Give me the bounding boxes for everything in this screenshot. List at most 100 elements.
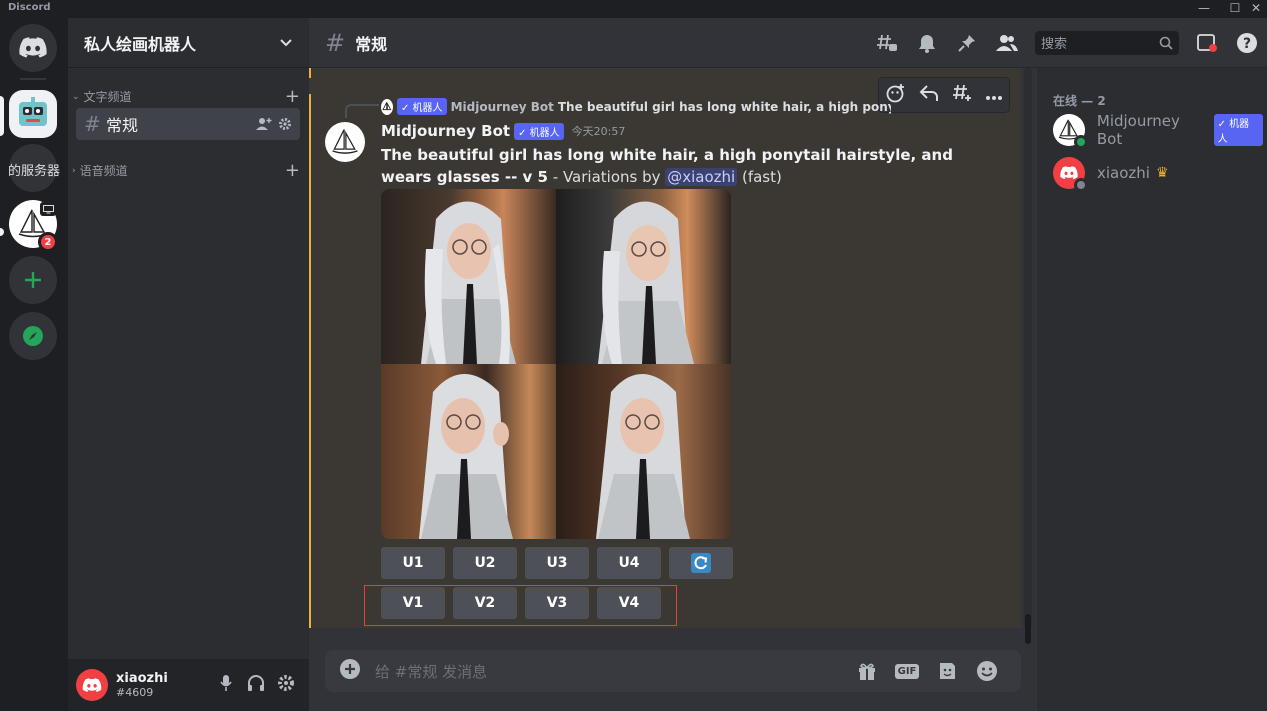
- hash-icon: #: [325, 28, 346, 57]
- server-robot[interactable]: [9, 90, 57, 138]
- member-xiaozhi[interactable]: xiaozhi ♛: [1053, 157, 1169, 192]
- variation-label: - Variations by: [548, 168, 666, 186]
- active-server-indicator: [0, 96, 4, 136]
- server-name-text: 的服务器: [8, 164, 61, 179]
- category-label: 文字频道: [83, 90, 132, 104]
- invite-icon[interactable]: [256, 117, 272, 131]
- bot-badge: ✓ 机器人: [1213, 114, 1263, 146]
- channel-topbar: # 常规 搜索 ?: [309, 18, 1267, 68]
- explore-servers-button[interactable]: [9, 312, 57, 360]
- add-server-button[interactable]: [9, 256, 57, 304]
- upscale-button-row: U1 U2 U3 U4: [381, 547, 733, 579]
- discord-logo-icon: [82, 677, 102, 692]
- user-settings-gear-icon[interactable]: [271, 674, 301, 696]
- grid-image-3[interactable]: [381, 364, 556, 539]
- microphone-icon[interactable]: [211, 674, 241, 696]
- create-voice-channel-icon[interactable]: +: [285, 160, 300, 181]
- crown-icon: ♛: [1155, 165, 1169, 181]
- create-text-channel-icon[interactable]: +: [285, 86, 300, 107]
- guild-name: 私人绘画机器人: [84, 34, 197, 54]
- guild-header[interactable]: 私人绘画机器人: [68, 18, 309, 68]
- scrollbar-thumb[interactable]: [1025, 614, 1031, 644]
- reply-author: Midjourney Bot: [450, 99, 554, 114]
- threads-icon[interactable]: [867, 33, 907, 53]
- portrait-image: [421, 201, 516, 364]
- search-icon: [1159, 36, 1173, 50]
- voice-channels-category[interactable]: › 语音频道 +: [72, 160, 300, 181]
- u2-button[interactable]: U2: [453, 547, 517, 579]
- member-midjourney-bot[interactable]: Midjourney Bot ✓ 机器人: [1053, 112, 1267, 149]
- maximize-button[interactable]: ☐: [1224, 0, 1246, 18]
- scrollbar-track[interactable]: [1024, 68, 1032, 628]
- online-status-dot: [1073, 135, 1088, 149]
- channel-item-general[interactable]: # 常规: [76, 108, 300, 140]
- attach-plus-icon[interactable]: [339, 658, 361, 684]
- reply-connector: [345, 104, 379, 118]
- message-hover-toolbar: [879, 78, 1009, 112]
- image-grid[interactable]: [381, 189, 731, 539]
- message-composer[interactable]: 给 #常规 发消息 GIF: [325, 650, 1021, 692]
- refresh-icon: [691, 553, 711, 573]
- inbox-icon[interactable]: [1187, 33, 1227, 53]
- unread-indicator: [0, 228, 4, 236]
- message-author[interactable]: Midjourney Bot: [381, 122, 510, 140]
- user-mention[interactable]: @xiaozhi: [665, 168, 738, 186]
- app-name: Discord: [8, 2, 51, 13]
- close-button[interactable]: ✕: [1245, 0, 1267, 18]
- robot-server-icon: [19, 97, 47, 126]
- window-titlebar: Discord — ☐ ✕: [0, 0, 1267, 18]
- pin-icon[interactable]: [947, 34, 987, 52]
- plus-icon: [25, 272, 41, 288]
- avatar[interactable]: [76, 669, 108, 701]
- sticker-icon[interactable]: [927, 661, 967, 681]
- more-options-icon[interactable]: [985, 86, 1003, 105]
- portrait-image: [596, 374, 690, 539]
- page-title: 常规: [355, 34, 388, 54]
- message-content: The beautiful girl has long white hair, …: [381, 144, 981, 188]
- svg-text:?: ?: [1243, 36, 1251, 52]
- midjourney-sailboat-icon: [382, 101, 392, 110]
- screen-share-icon: [40, 202, 56, 216]
- search-placeholder: 搜索: [1041, 37, 1068, 52]
- message-timestamp: 今天20:57: [571, 125, 626, 138]
- minimize-button[interactable]: —: [1193, 0, 1215, 18]
- grid-image-1[interactable]: [381, 189, 556, 364]
- headphones-icon[interactable]: [241, 675, 271, 695]
- reply-icon[interactable]: [919, 84, 939, 106]
- channel-label: 常规: [106, 116, 139, 135]
- home-button[interactable]: [9, 24, 57, 72]
- notification-badge: 2: [38, 232, 58, 252]
- u1-button[interactable]: U1: [381, 547, 445, 579]
- portrait-image: [419, 374, 513, 539]
- avatar[interactable]: [325, 122, 365, 162]
- midjourney-sailboat-icon: [332, 129, 358, 154]
- text-channels-category[interactable]: ⌄ 文字频道 +: [72, 86, 300, 107]
- message-input[interactable]: 给 #常规 发消息: [375, 661, 847, 682]
- previous-message-edge: [309, 68, 1021, 78]
- member-list-icon[interactable]: [987, 34, 1027, 52]
- discord-logo-icon: [1060, 166, 1078, 180]
- reroll-button[interactable]: [669, 547, 733, 579]
- server-rail: 的服务器 2: [0, 18, 68, 711]
- chevron-down-icon: [280, 38, 292, 46]
- reply-reference[interactable]: ✓ 机器人 Midjourney Bot The beautiful girl …: [381, 98, 891, 115]
- grid-image-2[interactable]: [556, 189, 731, 364]
- settings-gear-icon[interactable]: [278, 117, 292, 131]
- channel-sidebar: 私人绘画机器人 ⌄ 文字频道 + # 常规 › 语音频道 + xiaozhi #…: [68, 18, 309, 711]
- avatar: [1053, 157, 1088, 192]
- member-name: Midjourney Bot: [1096, 112, 1180, 148]
- reply-text: The beautiful girl has long white hair, …: [557, 99, 891, 114]
- search-input[interactable]: 搜索: [1035, 30, 1179, 55]
- u4-button[interactable]: U4: [597, 547, 661, 579]
- avatar: [381, 98, 393, 115]
- avatar: [1053, 114, 1088, 149]
- gif-button[interactable]: GIF: [887, 663, 927, 679]
- gift-icon[interactable]: [847, 661, 887, 681]
- online-header: 在线 — 2: [1053, 94, 1106, 108]
- bell-icon[interactable]: [907, 33, 947, 53]
- help-icon[interactable]: ?: [1227, 32, 1267, 54]
- u3-button[interactable]: U3: [525, 547, 589, 579]
- create-thread-icon[interactable]: [952, 83, 972, 107]
- emoji-icon[interactable]: [967, 660, 1007, 682]
- grid-image-4[interactable]: [556, 364, 731, 539]
